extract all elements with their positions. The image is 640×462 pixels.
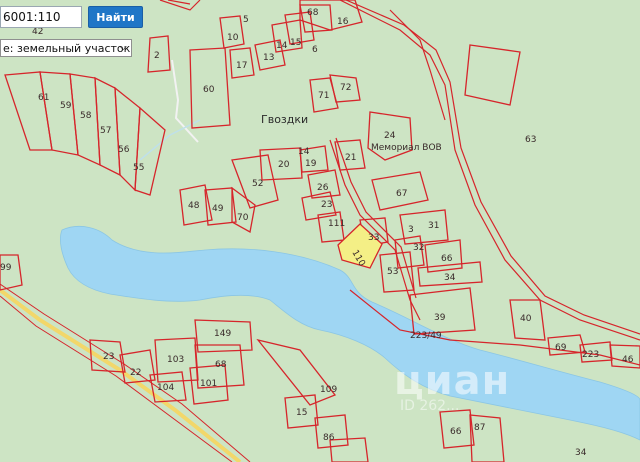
plot-number: 103 (167, 355, 184, 365)
plot-number: 71 (318, 91, 329, 101)
plot-number: 16 (337, 17, 349, 27)
plot-number: 20 (278, 160, 290, 170)
plot-number: 57 (100, 126, 111, 136)
plot-number: 34 (575, 448, 587, 458)
plot-number: 69 (555, 343, 567, 353)
plot-number: 66 (450, 427, 462, 437)
plot-number: 42 (32, 27, 43, 37)
plot-number: 34 (444, 273, 456, 283)
plot-number: 14 (276, 41, 288, 51)
plot-number: 26 (317, 183, 329, 193)
plot-number: 59 (60, 101, 72, 111)
find-button[interactable]: Найти (88, 6, 143, 28)
object-type-select[interactable]: е: земельный участок ⌵ (0, 39, 132, 57)
plot-number: 15 (296, 408, 307, 418)
plot-number: 68 (215, 360, 227, 370)
plot-number: 149 (214, 329, 231, 339)
memorial-label: Мемориал ВОВ (371, 143, 442, 153)
plot-number: 39 (434, 313, 446, 323)
plot-number: 104 (157, 383, 174, 393)
cian-watermark-id: ID 262... (400, 398, 460, 414)
plot-number: 17 (236, 61, 247, 71)
plot-number: 58 (80, 111, 92, 121)
plot-number: 5 (243, 15, 249, 25)
plot-number: 21 (345, 153, 356, 163)
plot-number: 6 (312, 45, 318, 55)
place-name-label: Гвоздки (261, 113, 308, 126)
plot-number: 55 (133, 163, 144, 173)
plot-number: 86 (323, 433, 335, 443)
cadastral-map[interactable]: Гвоздки Мемориал ВОВ 16 68 10 2 42 14 15… (0, 0, 640, 462)
chevron-down-icon: ⌵ (119, 42, 127, 53)
plot-number: 223/49 (410, 331, 442, 341)
plot-number: 22 (130, 368, 141, 378)
plot-number: 14 (298, 147, 310, 157)
plot-number: 33 (368, 233, 379, 243)
plot-number: 24 (384, 131, 396, 141)
plot-number: 32 (413, 243, 424, 253)
plot-number: 109 (320, 385, 337, 395)
plot-number: 10 (227, 33, 239, 43)
plot-number: 19 (305, 159, 317, 169)
plot-number: 49 (212, 204, 224, 214)
plot-number: 87 (474, 423, 485, 433)
plot-number: 40 (520, 314, 532, 324)
plot-number: 72 (340, 83, 351, 93)
plot-number: 70 (237, 213, 249, 223)
plot-number: 13 (263, 53, 274, 63)
plot-number: 101 (200, 379, 217, 389)
plot-number: 60 (203, 85, 215, 95)
plot-number: 2 (154, 51, 160, 61)
plot-number: 23 (103, 352, 114, 362)
plot-number: 111 (328, 219, 345, 229)
plot-number: 66 (441, 254, 453, 264)
plot-number: 15 (290, 38, 301, 48)
plot-number: 68 (307, 8, 319, 18)
plot-number: 48 (188, 201, 200, 211)
plot-number: 223 (582, 350, 599, 360)
plot-number: 46 (622, 355, 634, 365)
plot-number: 31 (428, 221, 439, 231)
plot-number: 61 (38, 93, 49, 103)
plot-number: 67 (396, 189, 407, 199)
plot-number: 53 (387, 267, 398, 277)
cadastral-search-input[interactable] (0, 6, 82, 28)
plot-number: 63 (525, 135, 536, 145)
plot-number: 99 (0, 263, 12, 273)
plot-number: 3 (408, 225, 414, 235)
plot-number: 23 (321, 200, 332, 210)
object-type-selected: е: земельный участок (3, 41, 131, 55)
plot-number: 52 (252, 179, 263, 189)
plot-number: 56 (118, 145, 130, 155)
